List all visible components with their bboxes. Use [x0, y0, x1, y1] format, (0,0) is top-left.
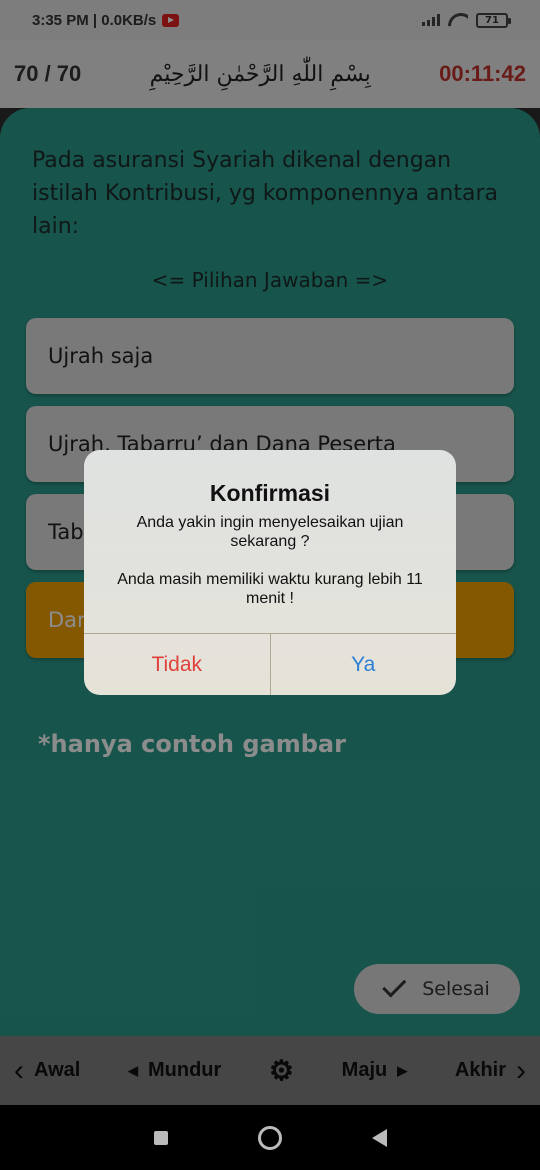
confirm-dialog: Konfirmasi Anda yakin ingin menyelesaika…: [84, 450, 456, 695]
home-icon[interactable]: [257, 1125, 282, 1150]
system-nav-bar: [0, 1105, 540, 1170]
dialog-buttons: Tidak Ya: [84, 633, 456, 695]
dialog-title: Konfirmasi: [209, 480, 331, 506]
recent-apps-icon[interactable]: [153, 1130, 168, 1145]
dialog-yes-button[interactable]: Ya: [271, 634, 457, 695]
dialog-message: Anda yakin ingin menyelesaikan ujian sek…: [117, 514, 423, 607]
dialog-no-button[interactable]: Tidak: [84, 634, 271, 695]
back-icon[interactable]: [371, 1128, 387, 1147]
